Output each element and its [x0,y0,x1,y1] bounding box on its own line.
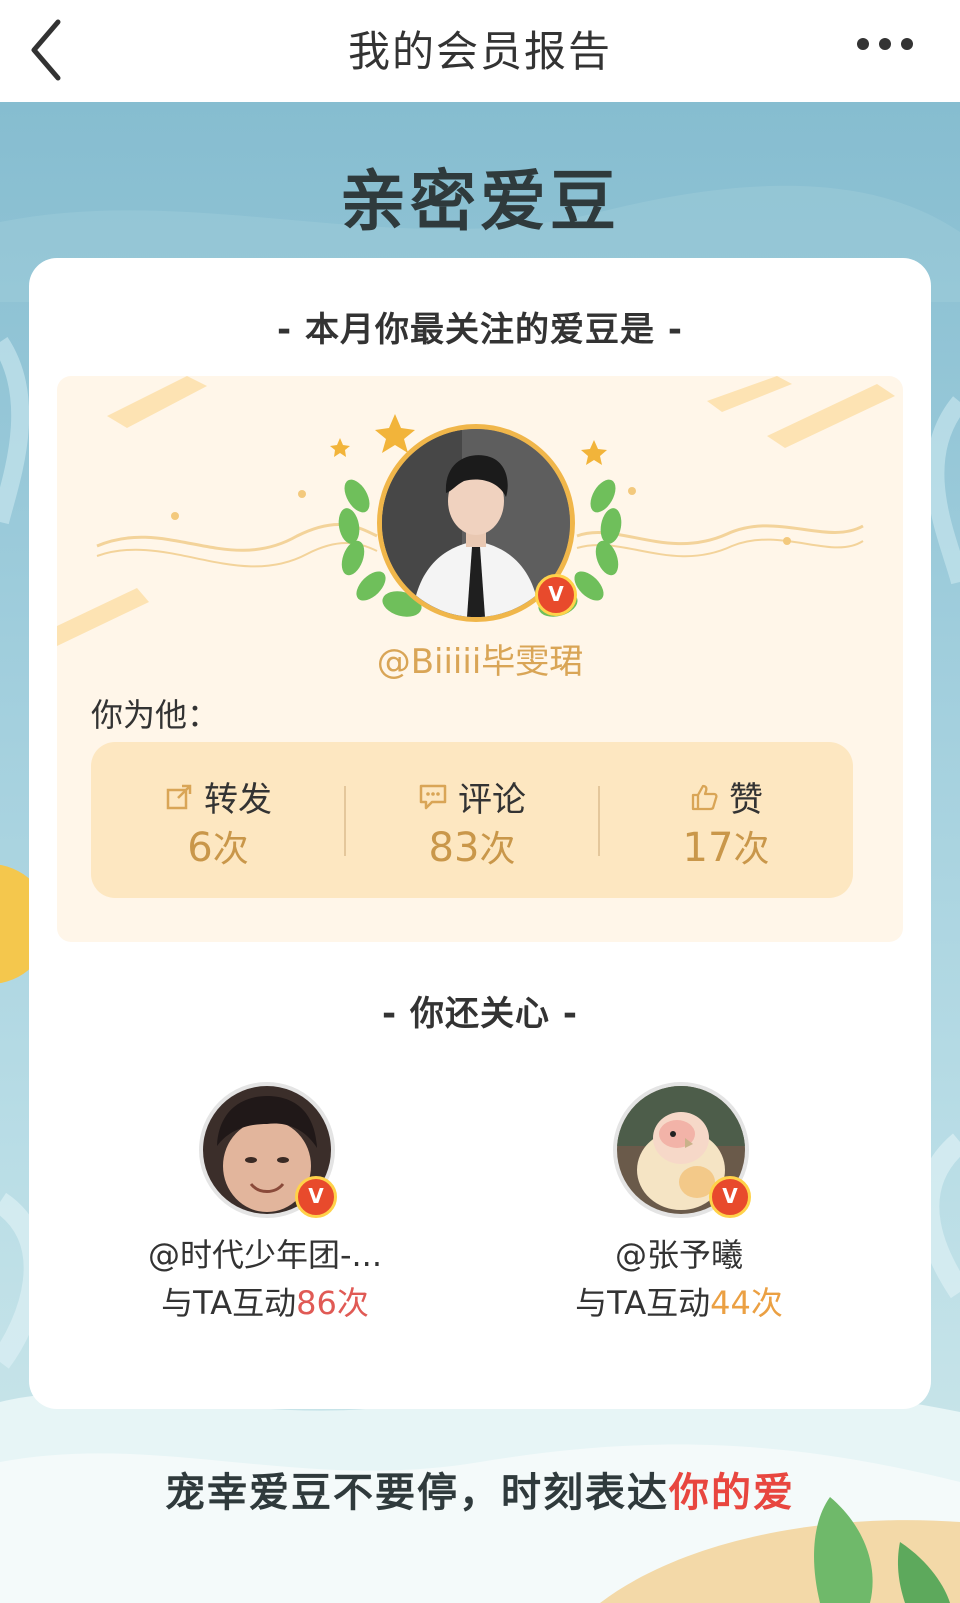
stat-like[interactable]: 赞 17次 [599,742,853,898]
interaction-prefix: 与TA互动 [575,1284,711,1322]
ellipsis-horizontal-icon [857,38,913,50]
report-background: 亲密爱豆 - 本月你最关注的爱豆是 - V @Biiiii毕雯珺 你为他： 转发… [0,102,960,1603]
friend-interaction: 与TA互动86次 [95,1278,435,1324]
stat-repost-unit: 次 [212,829,249,870]
stat-repost-count: 6 [187,825,213,871]
top-idol-heading: - 本月你最关注的爱豆是 - [277,310,683,350]
top-idol-handle[interactable]: @Biiiii毕雯珺 [57,634,903,683]
verified-badge-icon: V [535,574,577,616]
thumbs-up-icon [691,784,718,810]
verified-badge-icon: V [709,1176,751,1218]
stat-like-count: 17 [682,825,734,871]
slogan-text: 宠幸爱豆不要停，时刻表达 [165,1470,669,1516]
interaction-stats: 转发 6次 评论 83次 赞 17次 [91,742,853,898]
stat-comment-count: 83 [428,825,480,871]
also-care-heading: - 你还关心 - [382,994,578,1034]
also-care-item[interactable]: V @时代少年团-... 与TA互动86次 [115,1072,415,1322]
you-for-him-label: 你为他： [91,696,220,734]
friend-handle: @时代少年团-... [147,1236,383,1274]
slogan: 宠幸爱豆不要停，时刻表达你的爱 [0,1460,960,1518]
idol-report-card: - 本月你最关注的爱豆是 - V @Biiiii毕雯珺 你为他： 转发 6次 评… [29,258,931,1409]
more-options-button[interactable] [840,24,930,80]
friend-handle: @张予曦 [614,1236,743,1274]
section-title: 亲密爱豆 [340,163,620,240]
page-title: 我的会员报告 [347,27,612,76]
top-navigation-bar: 我的会员报告 [0,0,960,103]
stat-comment-label: 评论 [458,780,526,820]
friend-interaction: 与TA互动44次 [509,1278,849,1324]
stat-repost[interactable]: 转发 6次 [91,742,345,898]
share-icon [166,784,192,809]
top-idol-panel: V @Biiiii毕雯珺 你为他： 转发 6次 评论 83次 赞 17次 [57,376,903,942]
comment-icon [419,784,447,809]
also-care-item[interactable]: V @张予曦 与TA互动44次 [529,1072,829,1322]
interaction-count: 86次 [296,1284,369,1322]
stat-comment[interactable]: 评论 83次 [345,742,599,898]
stat-comment-unit: 次 [479,829,516,870]
stat-like-label: 赞 [729,780,763,820]
interaction-count: 44次 [710,1284,783,1322]
verified-badge-icon: V [295,1176,337,1218]
slogan-highlight: 你的爱 [669,1470,795,1516]
interaction-prefix: 与TA互动 [161,1284,297,1322]
stat-like-unit: 次 [733,829,770,870]
stat-repost-label: 转发 [204,780,272,820]
